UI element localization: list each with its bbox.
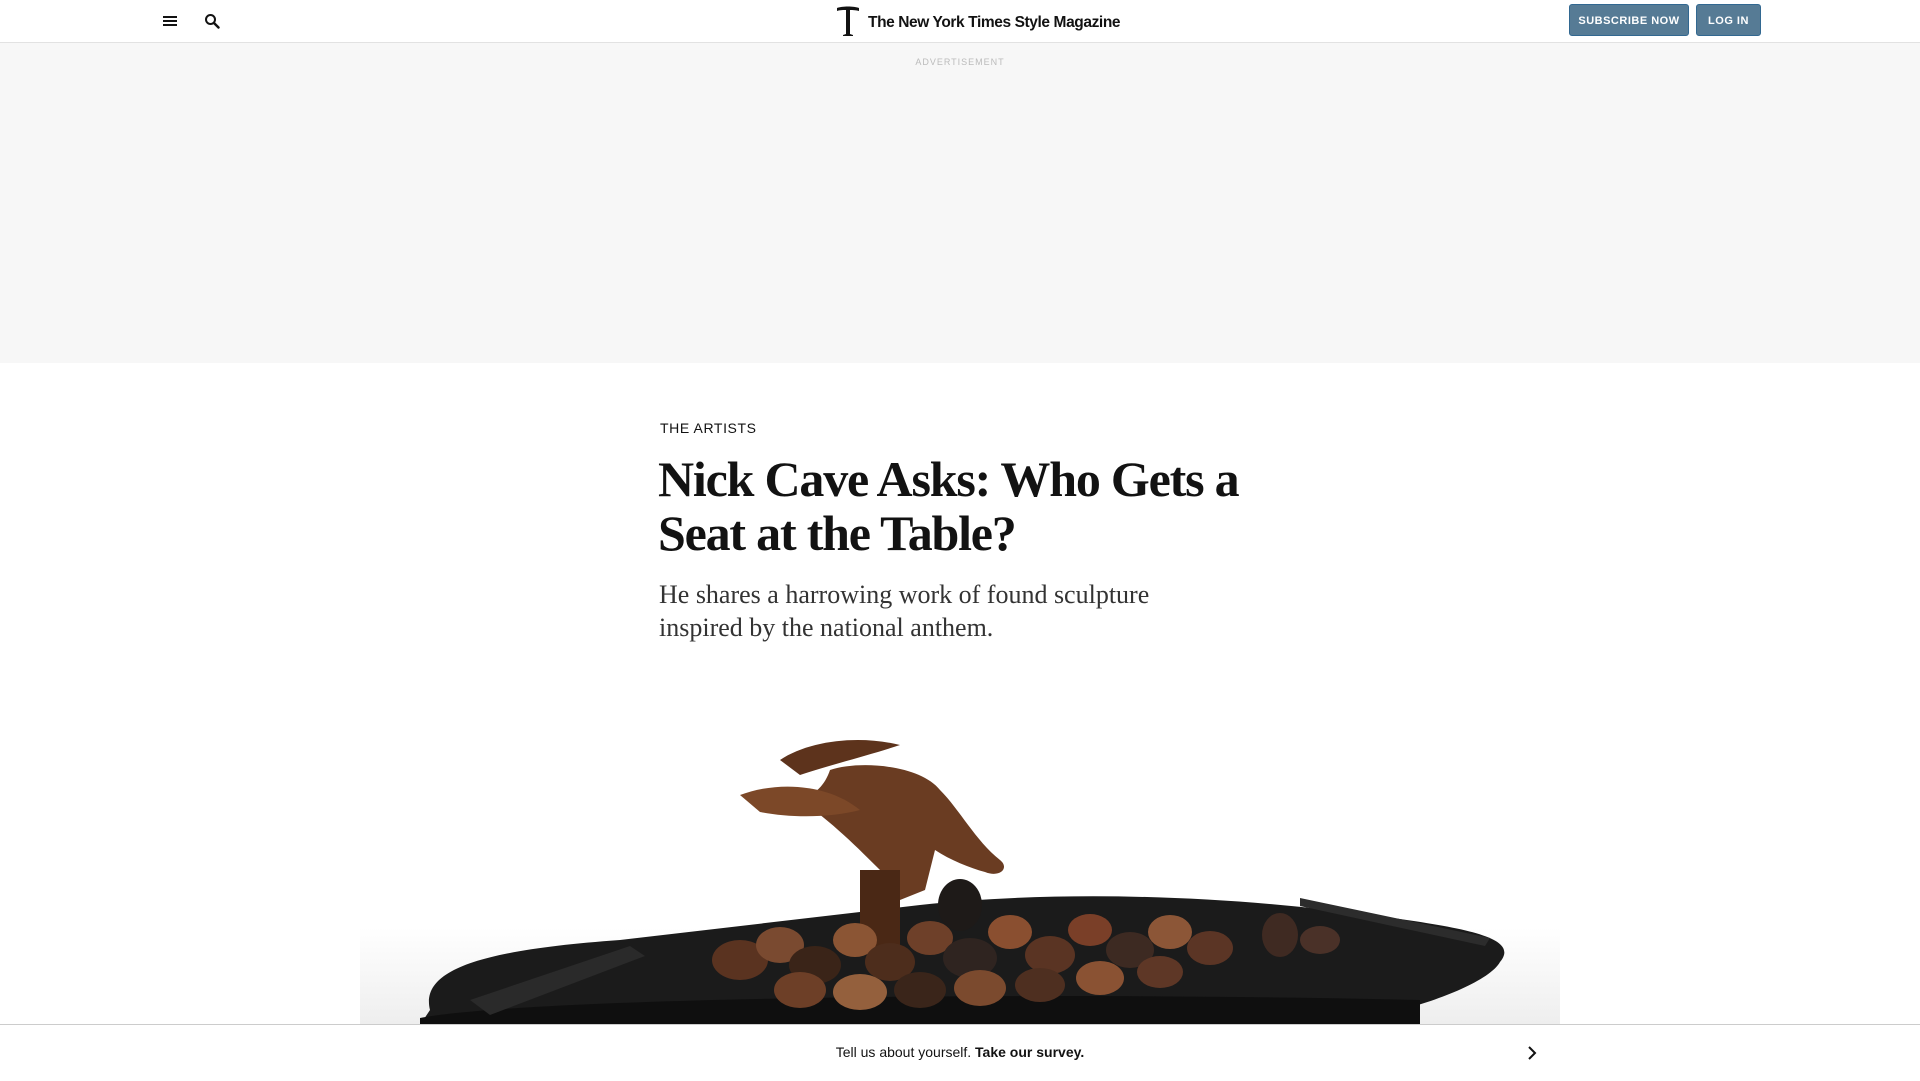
login-button[interactable]: LOG IN [1696,4,1761,36]
t-magazine-logo[interactable]: The New York Times Style Magazine [834,5,1121,37]
t-logo-mark [837,6,859,36]
survey-prompt: Tell us about yourself. [835,1044,972,1060]
advertisement-label: ADVERTISEMENT [915,57,1005,67]
article-headline: Nick Cave Asks: Who Gets a Seat at the T… [658,451,1240,561]
hero-image [360,700,1560,1025]
hamburger-menu-icon[interactable] [158,9,182,33]
logo-text: The New York Times Style Magazine [868,14,1121,31]
survey-link[interactable]: Take our survey. [975,1044,1084,1060]
section-kicker[interactable]: THE ARTISTS [660,420,757,436]
survey-text: Tell us about yourself. Take our survey. [0,1044,1920,1060]
survey-banner: Tell us about yourself. Take our survey. [0,1024,1920,1081]
eagle-sculpture [800,765,1005,900]
article-summary: He shares a harrowing work of found scul… [659,580,1150,642]
subscribe-button[interactable]: SUBSCRIBE NOW [1569,4,1689,36]
top-navigation-bar: The New York Times Style Magazine SUBSCR… [0,0,1920,43]
advertisement-slot: ADVERTISEMENT [0,43,1920,363]
search-icon[interactable] [200,9,224,33]
chevron-right-icon[interactable] [1522,1043,1542,1063]
